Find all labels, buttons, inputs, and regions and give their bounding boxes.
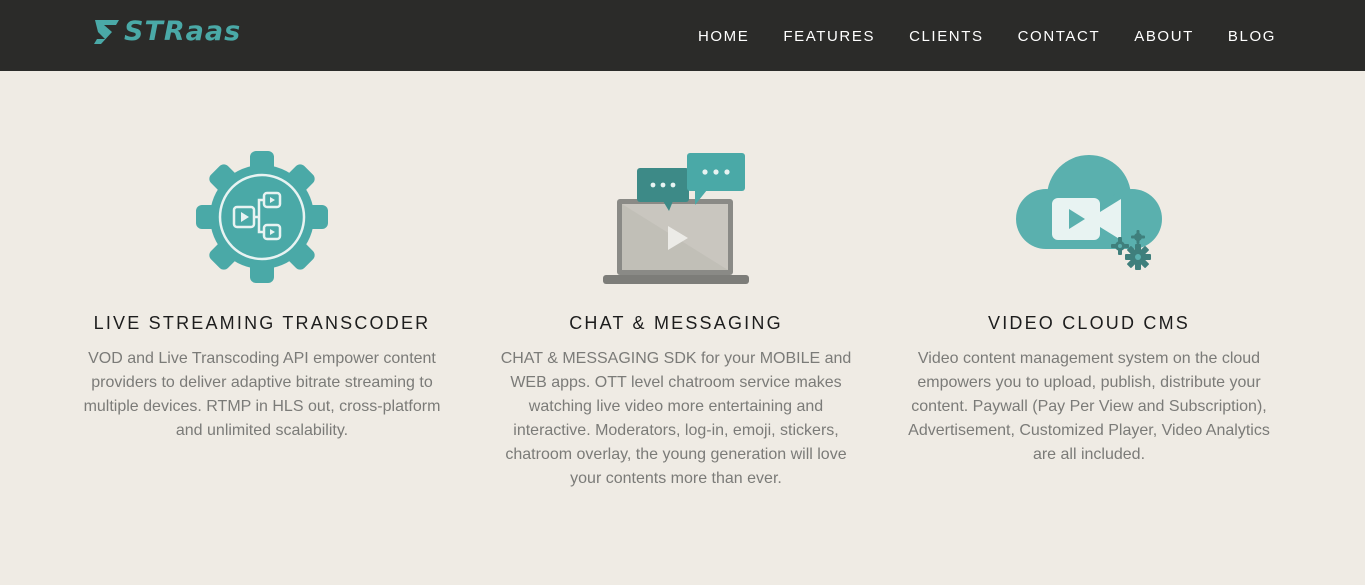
nav-item-features[interactable]: FEATURES [783,25,875,47]
top-navbar: STRaas HOME FEATURES CLIENTS CONTACT ABO… [0,0,1365,71]
nav-item-clients[interactable]: CLIENTS [909,25,984,47]
feature-title: CHAT & MESSAGING [569,313,783,333]
feature-title: VIDEO CLOUD CMS [987,313,1191,333]
cloud-video-icon [1016,155,1162,270]
features-section: LIVE STREAMING TRANSCODER VOD and Live T… [0,71,1365,585]
laptop-chat-icon [603,153,749,284]
nav-item-blog[interactable]: BLOG [1228,25,1276,47]
nav-item-about[interactable]: ABOUT [1134,25,1194,47]
nav-item-home[interactable]: HOME [698,25,749,47]
logo-mark-icon [94,20,119,44]
gear-transcoder-icon [196,151,328,283]
feature-description: VOD and Live Transcoding API empower con… [83,350,441,439]
brand-logo[interactable]: STRaas [92,15,241,49]
feature-description: Video content management system on the c… [908,350,1270,463]
feature-description: CHAT & MESSAGING SDK for your MOBILE and… [500,350,852,487]
logo-text: STRaas [124,16,242,47]
feature-title: LIVE STREAMING TRANSCODER [93,313,431,333]
main-nav: HOME FEATURES CLIENTS CONTACT ABOUT BLOG [664,0,1276,71]
nav-item-contact[interactable]: CONTACT [1018,25,1101,47]
